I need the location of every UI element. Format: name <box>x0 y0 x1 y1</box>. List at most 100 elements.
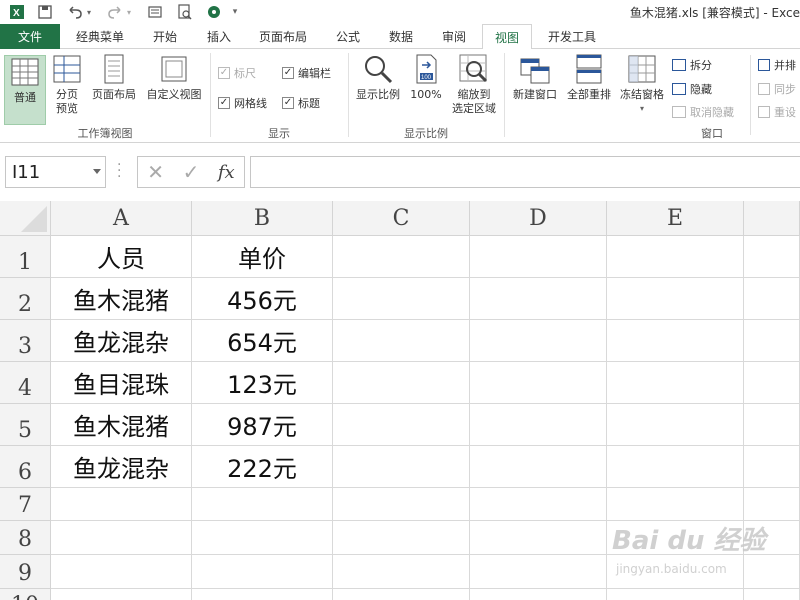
row-header-3[interactable]: 3 <box>0 320 51 362</box>
cell-c5[interactable] <box>333 404 470 446</box>
cell-c1[interactable] <box>333 236 470 278</box>
formula-bar-grip-icon[interactable]: · · · <box>117 158 121 184</box>
customize-icon[interactable]: ▾ <box>230 3 240 21</box>
zoom-100-button[interactable]: 100 100% <box>406 53 446 102</box>
cell-b5[interactable]: 987元 <box>192 404 333 446</box>
row-header-4[interactable]: 4 <box>0 362 51 404</box>
cell-d2[interactable] <box>470 278 607 320</box>
cell-e1[interactable] <box>607 236 744 278</box>
cell-a2[interactable]: 鱼木混猪 <box>51 278 192 320</box>
cell-a8[interactable] <box>51 521 192 555</box>
cell-b8[interactable] <box>192 521 333 555</box>
redo-dropdown-icon[interactable]: ▾ <box>124 3 134 21</box>
gridlines-checkbox[interactable]: ✓ 网格线 <box>218 95 267 111</box>
cell-a6[interactable]: 鱼龙混杂 <box>51 446 192 488</box>
tab-page-layout[interactable]: 页面布局 <box>250 24 316 49</box>
column-header-b[interactable]: B <box>192 201 333 236</box>
enter-icon[interactable]: ✓ <box>183 160 200 184</box>
column-header-f[interactable] <box>744 201 800 236</box>
unhide-button[interactable]: 取消隐藏 <box>672 104 734 120</box>
cell-a9[interactable] <box>51 555 192 589</box>
print-preview-icon[interactable] <box>176 3 194 21</box>
cancel-icon[interactable]: ✕ <box>147 160 164 184</box>
cell-d5[interactable] <box>470 404 607 446</box>
cell-f6[interactable] <box>744 446 800 488</box>
cell-e6[interactable] <box>607 446 744 488</box>
formula-bar-checkbox[interactable]: ✓ 编辑栏 <box>282 65 331 81</box>
tab-review[interactable]: 审阅 <box>430 24 478 49</box>
undo-icon[interactable] <box>66 3 84 21</box>
cell-b9[interactable] <box>192 555 333 589</box>
page-layout-view-button[interactable]: 页面布局 <box>88 53 140 102</box>
cell-c9[interactable] <box>333 555 470 589</box>
row-header-8[interactable]: 8 <box>0 521 51 555</box>
cell-e3[interactable] <box>607 320 744 362</box>
cell-e4[interactable] <box>607 362 744 404</box>
cell-f4[interactable] <box>744 362 800 404</box>
save-icon[interactable] <box>36 3 54 21</box>
cell-c3[interactable] <box>333 320 470 362</box>
undo-dropdown-icon[interactable]: ▾ <box>84 3 94 21</box>
tab-file[interactable]: 文件 <box>0 24 60 49</box>
formula-input[interactable] <box>250 156 800 188</box>
cell-a10[interactable] <box>51 589 192 600</box>
row-header-7[interactable]: 7 <box>0 488 51 521</box>
cell-e10[interactable] <box>607 589 744 600</box>
view-side-by-side-button[interactable]: 并排 <box>758 57 796 73</box>
cell-f7[interactable] <box>744 488 800 521</box>
cell-b7[interactable] <box>192 488 333 521</box>
cell-c8[interactable] <box>333 521 470 555</box>
cell-c2[interactable] <box>333 278 470 320</box>
cell-b4[interactable]: 123元 <box>192 362 333 404</box>
normal-view-button[interactable]: 普通 <box>4 55 46 125</box>
cell-b6[interactable]: 222元 <box>192 446 333 488</box>
name-box[interactable]: I11 <box>5 156 106 188</box>
name-box-dropdown-icon[interactable] <box>93 169 101 174</box>
cell-d8[interactable] <box>470 521 607 555</box>
column-header-a[interactable]: A <box>51 201 192 236</box>
zoom-button[interactable]: 显示比例 <box>352 53 404 102</box>
column-header-c[interactable]: C <box>333 201 470 236</box>
sync-scroll-button[interactable]: 同步 <box>758 81 796 97</box>
hide-button[interactable]: 隐藏 <box>672 81 712 97</box>
row-header-2[interactable]: 2 <box>0 278 51 320</box>
column-header-e[interactable]: E <box>607 201 744 236</box>
row-header-10[interactable]: 10 <box>0 589 51 600</box>
cell-c7[interactable] <box>333 488 470 521</box>
cell-a4[interactable]: 鱼目混珠 <box>51 362 192 404</box>
cell-d3[interactable] <box>470 320 607 362</box>
cell-f1[interactable] <box>744 236 800 278</box>
tab-data[interactable]: 数据 <box>376 24 426 49</box>
reset-position-button[interactable]: 重设 <box>758 104 796 120</box>
cell-d6[interactable] <box>470 446 607 488</box>
cell-f2[interactable] <box>744 278 800 320</box>
cell-f9[interactable] <box>744 555 800 589</box>
tab-formulas[interactable]: 公式 <box>324 24 372 49</box>
cell-c4[interactable] <box>333 362 470 404</box>
select-all-corner[interactable] <box>0 201 51 236</box>
headings-checkbox[interactable]: ✓ 标题 <box>282 95 320 111</box>
cell-d9[interactable] <box>470 555 607 589</box>
cell-a3[interactable]: 鱼龙混杂 <box>51 320 192 362</box>
form-icon[interactable] <box>146 3 164 21</box>
tab-developer[interactable]: 开发工具 <box>538 24 606 49</box>
row-header-5[interactable]: 5 <box>0 404 51 446</box>
paint-icon[interactable] <box>206 3 224 21</box>
page-break-preview-button[interactable]: 分页 预览 <box>48 53 86 116</box>
cell-b3[interactable]: 654元 <box>192 320 333 362</box>
tab-view[interactable]: 视图 <box>482 24 532 50</box>
cell-c6[interactable] <box>333 446 470 488</box>
tab-insert[interactable]: 插入 <box>194 24 244 49</box>
tab-home[interactable]: 开始 <box>140 24 190 49</box>
cell-e2[interactable] <box>607 278 744 320</box>
cell-e7[interactable] <box>607 488 744 521</box>
cell-f3[interactable] <box>744 320 800 362</box>
cell-a5[interactable]: 鱼木混猪 <box>51 404 192 446</box>
cell-a1[interactable]: 人员 <box>51 236 192 278</box>
ruler-checkbox[interactable]: ✓ 标尺 <box>218 65 256 81</box>
arrange-all-button[interactable]: 全部重排 <box>562 53 616 102</box>
cell-d7[interactable] <box>470 488 607 521</box>
cell-c10[interactable] <box>333 589 470 600</box>
new-window-button[interactable]: 新建窗口 <box>508 53 562 102</box>
cell-a7[interactable] <box>51 488 192 521</box>
